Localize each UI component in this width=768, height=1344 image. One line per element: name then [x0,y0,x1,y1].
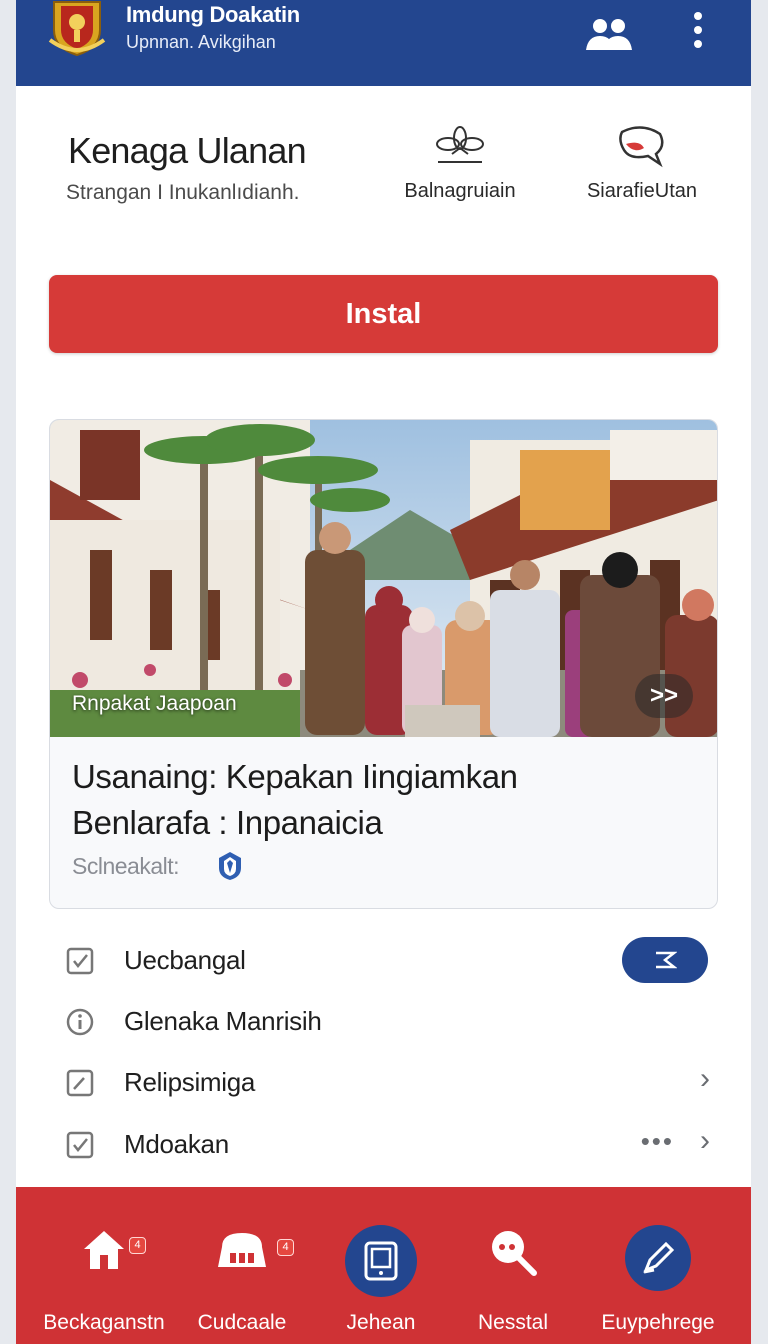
nav-label: Nesstal [477,1311,549,1334]
shop-icon [218,1233,266,1267]
nav-label: Jehean [346,1311,416,1334]
header-title: Imdung Doakatin [126,2,300,27]
app-name: Kenaga Ulanan [68,130,307,171]
article-title-line-2: Benlarafa : Inpanaicia [72,804,383,841]
article-photo [50,420,717,737]
list-item-relipsimiga[interactable]: Relipsimiga › [66,1058,716,1108]
send-icon [656,951,678,969]
app-description: Strangan I Inukanlıdianh. [66,181,300,204]
header-subtitle: Upnnan. Avikgihan [126,32,276,52]
chevron-right-icon: › [700,1124,710,1157]
chevron-right-icon: › [700,1062,710,1095]
more-options-icon[interactable] [688,12,708,54]
list-item-label: Mdoakan [124,1129,229,1159]
next-image-button[interactable]: >> [635,674,693,718]
nav-item-jehean[interactable]: Jehean [306,1187,456,1344]
tablet-button[interactable] [345,1225,417,1297]
nav-item-beckaganstn[interactable]: 4 Beckaganstn [29,1187,179,1344]
nav-item-euypehrege[interactable]: Euypehrege [583,1187,733,1344]
shield-icon [219,852,241,880]
nav-label: Cudcaale [197,1311,287,1334]
checkbox-icon [66,1131,94,1159]
home-icon [84,1231,124,1269]
image-caption: Rnpakat Jaapoan [72,692,237,715]
list-item-label: Relipsimiga [124,1067,256,1097]
nav-label: Beckaganstn [43,1311,165,1334]
article-title[interactable]: Usanaing: Kepakan Iingiamkan Benlarafa :… [72,754,692,846]
search-icon [492,1231,537,1276]
install-button[interactable]: Instal [49,275,718,353]
list-item-label: Glenaka Manrisih [124,1006,322,1036]
flower-emblem-icon [436,126,484,163]
stat-reviews[interactable]: SiarafieUtan [572,124,712,203]
action-pill-button[interactable] [622,937,708,983]
article-title-line-1: Usanaing: Kepakan Iingiamkan [72,758,518,795]
more-dots-icon[interactable]: ••• [641,1126,674,1157]
article-card[interactable]: Rnpakat Jaapoan >> Usanaing: Kepakan Iin… [49,419,718,909]
list-item-mdoakan[interactable]: Mdoakan ••• › [66,1120,716,1170]
nav-label: Euypehrege [601,1311,715,1334]
list-item-glenaka-manrisih[interactable]: Glenaka Manrisih [66,997,716,1047]
article-source: Sclneakalt: [72,853,180,879]
nav-item-cudcaale[interactable]: 4 Cudcaale [167,1187,317,1344]
edit-icon [66,1069,94,1097]
coat-of-arms-icon [48,1,106,56]
community-icon[interactable] [582,14,636,54]
list-item-uecbangal[interactable]: Uecbangal [66,936,716,986]
info-icon [66,1008,94,1036]
list-item-label: Uecbangal [124,945,246,975]
chat-bubble-icon [619,126,664,168]
notification-badge: 4 [277,1239,294,1256]
notification-badge: 4 [129,1237,146,1254]
app-screen: Imdung Doakatin Upnnan. Avikgihan Kenaga… [16,0,751,1344]
checkbox-icon [66,947,94,975]
bottom-navigation: 4 Beckaganstn 4 Cudcaale Jehean Nesstal … [16,1187,751,1344]
pen-icon [643,1241,675,1274]
nav-item-nesstal[interactable]: Nesstal [438,1187,588,1344]
tablet-icon [364,1241,398,1281]
stat-rating-label: Balnagruiain [404,180,516,202]
app-header: Imdung Doakatin Upnnan. Avikgihan [16,0,751,86]
stat-rating[interactable]: Balnagruiain [390,124,530,203]
pen-button[interactable] [625,1225,691,1291]
stat-reviews-label: SiarafieUtan [586,180,698,202]
